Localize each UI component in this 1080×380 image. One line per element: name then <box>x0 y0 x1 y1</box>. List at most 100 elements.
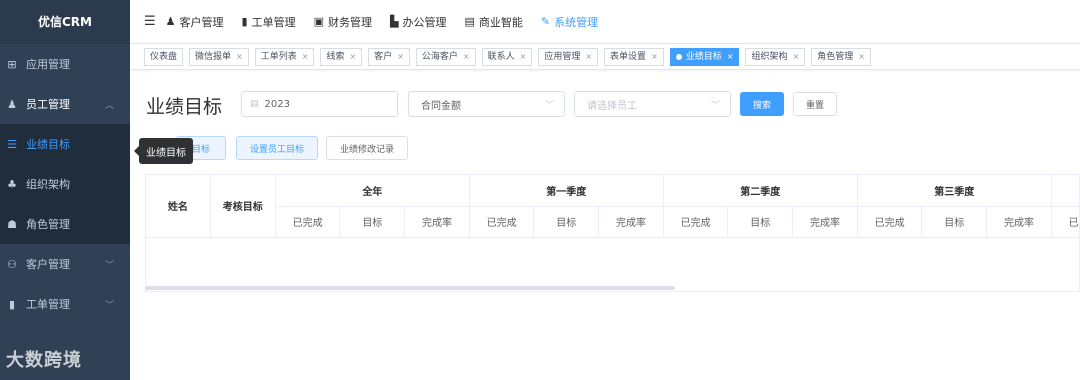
change-log-button[interactable]: 业绩修改记录 <box>326 136 408 160</box>
sidebar-item-label: 角色管理 <box>26 218 70 231</box>
column-header-goal: 目标 <box>339 206 406 238</box>
sidebar-item-organization[interactable]: ♣ 组织架构 <box>0 164 130 204</box>
tag-contacts[interactable]: 联系人 × <box>481 47 533 66</box>
topnav-business-intelligence[interactable]: ▤ 商业智能 <box>464 14 522 30</box>
metric-value: 合同金额 <box>421 100 461 112</box>
topnav-label: 商业智能 <box>478 15 523 29</box>
sidebar-item-role-management[interactable]: ☗ 角色管理 <box>0 204 130 244</box>
employee-select[interactable]: 请选择员工 ﹀ <box>574 91 731 117</box>
column-header-completed: 已完成 <box>1051 206 1079 238</box>
column-group-q3: 第三季度 <box>857 175 1052 207</box>
sidebar-item-app-management[interactable]: ⊞ 应用管理 <box>0 44 130 84</box>
calendar-icon: ▤ <box>250 99 259 109</box>
sidebar-item-staff-management[interactable]: ♟ 员工管理 ︿ <box>0 84 130 124</box>
tag-label: 应用管理 <box>544 51 581 62</box>
tag-label: 微信报单 <box>195 51 232 62</box>
table: 姓名 考核目标 全年 第一季度 第二季度 第三季度 已完成 目标 完成率 已完成… <box>146 175 1079 238</box>
tag-dashboard[interactable]: 仪表盘 <box>144 47 184 66</box>
customers-icon: ♟ <box>165 15 176 28</box>
close-icon[interactable]: × <box>651 49 658 65</box>
tag-organization[interactable]: 组织架构 × <box>745 47 806 66</box>
horizontal-scrollbar[interactable] <box>145 286 675 290</box>
tag-leads[interactable]: 线索 × <box>320 47 363 66</box>
tag-customers[interactable]: 客户 × <box>368 47 410 66</box>
column-header-name: 姓名 <box>146 175 211 238</box>
column-group-q4 <box>1051 175 1079 207</box>
close-icon[interactable]: × <box>520 49 527 65</box>
close-icon[interactable]: × <box>858 49 865 65</box>
close-icon[interactable]: × <box>463 49 470 65</box>
column-header-goal: 目标 <box>921 206 988 238</box>
role-icon: ☗ <box>7 217 17 231</box>
grid-icon: ⊞ <box>7 57 17 71</box>
chevron-down-icon: ﹀ <box>544 100 554 111</box>
ticket-icon: ▮ <box>8 297 16 311</box>
sidebar-item-label: 组织架构 <box>26 178 70 191</box>
column-header-completed: 已完成 <box>663 206 729 238</box>
tag-ticket-list[interactable]: 工单列表 × <box>254 47 315 66</box>
topnav-ticket-management[interactable]: ▮ 工单管理 <box>242 14 296 30</box>
user-icon: ♟ <box>7 97 17 111</box>
performance-table: 姓名 考核目标 全年 第一季度 第二季度 第三季度 已完成 目标 完成率 已完成… <box>145 174 1080 292</box>
header-row-1: 姓名 考核目标 全年 第一季度 第二季度 第三季度 <box>146 175 1079 238</box>
sidebar: 优信CRM ⊞ 应用管理 ♟ 员工管理 ︿ ☰ 业绩目标 ♣ 组织架构 ☗ 角色… <box>0 0 130 380</box>
tag-form-settings[interactable]: 表单设置 × <box>604 47 664 66</box>
column-header-rate: 完成率 <box>404 206 470 238</box>
topnav-system-management[interactable]: ✎ 系统管理 <box>541 14 598 30</box>
tags-view: 仪表盘 微信报单 × 工单列表 × 线索 × 客户 × 公海客户 × 联系人 × 应用管理 ×… <box>130 44 1080 70</box>
metric-select[interactable]: 合同金额 ﹀ <box>408 91 565 117</box>
set-employee-target-button[interactable]: 设置员工目标 <box>236 136 318 160</box>
sidebar-item-label: 员工管理 <box>26 98 70 111</box>
tag-label: 客户 <box>374 51 393 62</box>
close-icon[interactable]: × <box>349 49 356 65</box>
logo: 优信CRM <box>0 0 130 44</box>
wrench-icon: ✎ <box>540 15 551 28</box>
column-header-completed: 已完成 <box>469 206 535 238</box>
tag-app-management[interactable]: 应用管理 × <box>538 47 599 66</box>
column-header-rate: 完成率 <box>792 206 858 238</box>
topnav-label: 系统管理 <box>554 15 599 29</box>
tag-label: 联系人 <box>487 51 515 62</box>
topnav-label: 办公管理 <box>402 15 447 29</box>
close-icon[interactable]: × <box>302 49 309 65</box>
sidebar-item-label: 应用管理 <box>26 58 70 71</box>
tag-wechat-order[interactable]: 微信报单 × <box>189 47 249 66</box>
header-row-2: 已完成 目标 完成率 已完成 目标 完成率 已完成 目标 完成率 已完成 目标 … <box>146 206 1079 238</box>
hamburger-icon[interactable]: ☰ <box>144 14 156 29</box>
year-picker[interactable]: ▤ 2023 <box>241 91 398 117</box>
tag-label: 业绩目标 <box>685 51 722 62</box>
chevron-down-icon: ﹀ <box>104 300 114 311</box>
tooltip: 业绩目标 <box>134 138 193 164</box>
sidebar-item-customer-management[interactable]: ⚇ 客户管理 ﹀ <box>0 244 130 284</box>
close-icon[interactable]: × <box>727 49 734 65</box>
sidebar-item-label: 客户管理 <box>26 258 70 271</box>
close-icon[interactable]: × <box>397 49 404 65</box>
watermark: 大数跨境 <box>6 350 82 371</box>
column-header-target: 考核目标 <box>210 175 276 238</box>
reset-button[interactable]: 重置 <box>793 92 837 116</box>
tag-label: 组织架构 <box>751 51 788 62</box>
column-header-goal: 目标 <box>533 206 600 238</box>
topnav-label: 工单管理 <box>251 15 296 29</box>
finance-icon: ▣ <box>313 15 324 28</box>
bi-icon: ▤ <box>464 15 475 28</box>
office-icon: ▙ <box>390 15 399 28</box>
tag-role-management[interactable]: 角色管理 × <box>811 47 871 66</box>
close-icon[interactable]: × <box>585 49 592 65</box>
year-value: 2023 <box>264 98 290 110</box>
close-icon[interactable]: × <box>793 49 800 65</box>
target-list-icon: ☰ <box>7 137 17 151</box>
topnav-office-management[interactable]: ▙ 办公管理 <box>390 14 446 30</box>
column-group-q1: 第一季度 <box>469 175 664 207</box>
sidebar-item-performance-target[interactable]: ☰ 业绩目标 <box>0 124 130 164</box>
topnav-customer-management[interactable]: ♟ 客户管理 <box>166 14 224 30</box>
sidebar-item-ticket-management[interactable]: ▮ 工单管理 ﹀ <box>0 284 130 324</box>
tag-performance-target[interactable]: 业绩目标 × <box>669 47 740 66</box>
topnav-finance-management[interactable]: ▣ 财务管理 <box>314 14 372 30</box>
page-title: 业绩目标 <box>146 96 223 118</box>
tag-public-customers[interactable]: 公海客户 × <box>415 47 476 66</box>
topnav-label: 客户管理 <box>179 15 224 29</box>
org-icon: ♣ <box>7 177 17 191</box>
search-button[interactable]: 搜索 <box>740 92 784 116</box>
close-icon[interactable]: × <box>236 49 243 65</box>
